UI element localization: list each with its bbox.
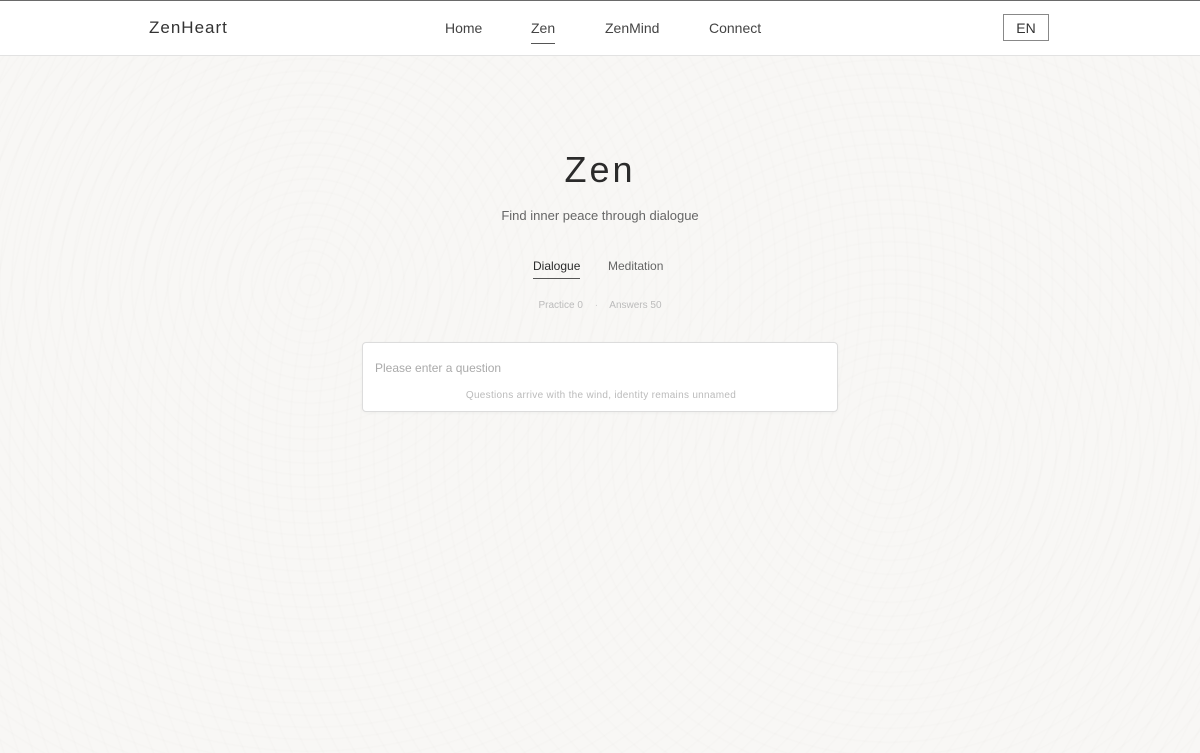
practice-count: 0: [577, 300, 583, 311]
stats-separator: ·: [594, 300, 599, 311]
nav-home[interactable]: Home: [445, 20, 482, 43]
stats-bar: Practice 0 · Answers 50: [0, 300, 1200, 311]
nav-zen[interactable]: Zen: [531, 20, 556, 44]
nav-zenmind[interactable]: ZenMind: [605, 20, 659, 43]
question-input[interactable]: [375, 357, 825, 379]
question-hint: Questions arrive with the wind, identity…: [465, 390, 737, 401]
tab-meditation[interactable]: Meditation: [608, 259, 663, 278]
page-subtitle: Find inner peace through dialogue: [501, 208, 699, 223]
main-content: Zen Find inner peace through dialogue Di…: [0, 56, 1200, 753]
practice-label: Practice: [538, 300, 575, 311]
page-title: Zen: [564, 149, 636, 190]
answers-count: 50: [650, 300, 662, 311]
answers-label: Answers: [609, 300, 648, 311]
question-card: Questions arrive with the wind, identity…: [362, 342, 838, 412]
tab-dialogue[interactable]: Dialogue: [533, 259, 581, 279]
nav-connect[interactable]: Connect: [709, 20, 761, 43]
mode-tabs: Dialogue Meditation: [0, 259, 1200, 283]
top-navigation-bar: ZenHeart Home Zen ZenMind Connect EN: [0, 0, 1200, 56]
language-switch-button[interactable]: EN: [1003, 14, 1049, 41]
